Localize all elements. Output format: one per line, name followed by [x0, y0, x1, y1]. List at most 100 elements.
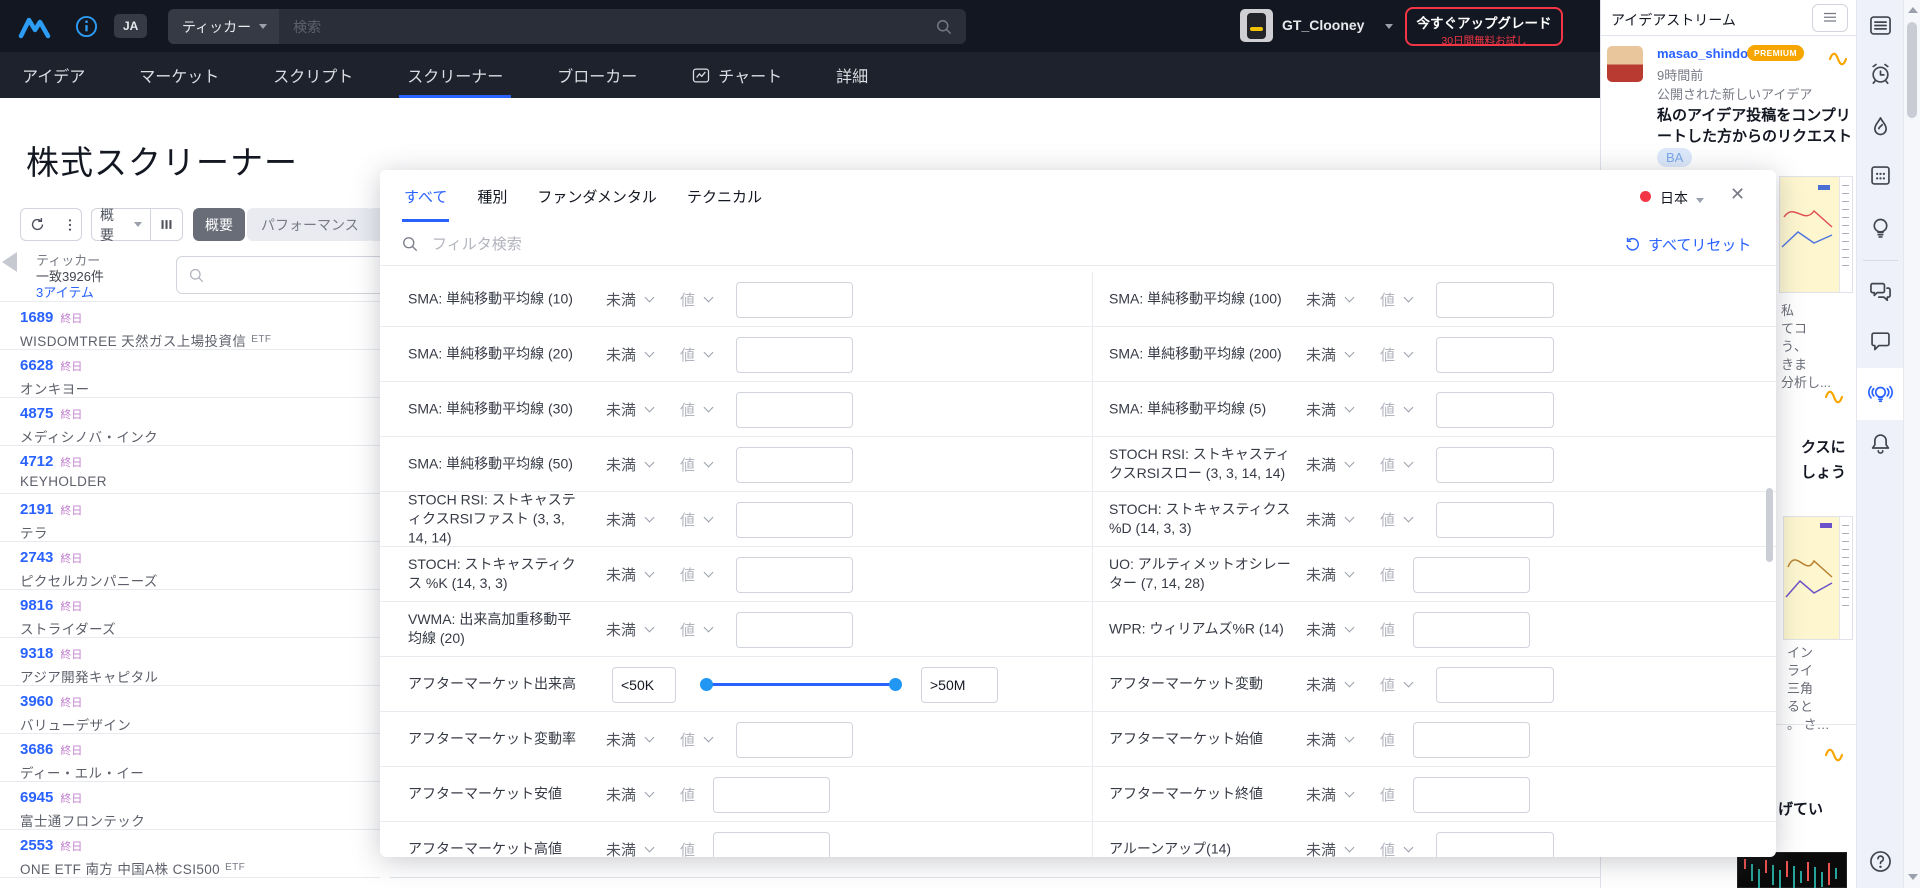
operator-dropdown[interactable]: 未満 — [606, 509, 655, 530]
scroll-up-arrow[interactable] — [1908, 7, 1918, 13]
value-field-dropdown[interactable]: 値 — [680, 454, 714, 475]
operator-dropdown[interactable]: 未満 — [606, 344, 655, 365]
nav-item-詳細[interactable]: 詳細 — [832, 52, 872, 98]
operator-dropdown[interactable]: 未満 — [1306, 729, 1355, 750]
post-username[interactable]: masao_shindo — [1657, 46, 1748, 61]
value-field-dropdown[interactable]: 値 — [680, 509, 714, 530]
ticker-code-link[interactable]: 3960 — [20, 693, 53, 710]
value-field-dropdown[interactable]: 値 — [680, 839, 695, 857]
nav-item-スクリーナー[interactable]: スクリーナー — [399, 52, 512, 98]
nav-item-アイデア[interactable]: アイデア — [18, 52, 89, 98]
slider-min-input[interactable] — [612, 667, 676, 703]
search-category-dropdown[interactable]: ティッカー — [168, 9, 280, 44]
ticker-row[interactable]: 2191 終日 テラ — [0, 494, 380, 542]
filter-value-input[interactable] — [1436, 447, 1554, 483]
filter-value-input[interactable] — [1436, 667, 1554, 703]
language-badge[interactable]: JA — [114, 14, 148, 38]
tab-overview-button[interactable]: 概要 — [193, 208, 245, 241]
ticker-code-link[interactable]: 9816 — [20, 597, 53, 614]
stream-list-button[interactable] — [1812, 4, 1848, 32]
operator-dropdown[interactable]: 未満 — [606, 839, 655, 857]
post-tag-badge[interactable]: BA — [1657, 148, 1693, 167]
idea-chart-thumbnail-dark[interactable] — [1737, 852, 1847, 888]
help-icon[interactable] — [1867, 848, 1894, 875]
value-field-dropdown[interactable]: 値 — [1380, 839, 1414, 857]
value-field-dropdown[interactable]: 値 — [1380, 289, 1414, 310]
filter-value-input[interactable] — [736, 447, 853, 483]
value-field-dropdown[interactable]: 値 — [680, 564, 714, 585]
user-avatar[interactable] — [1240, 9, 1273, 42]
ticker-row[interactable]: 4875 終日 メディシノバ・インク — [0, 398, 380, 446]
nav-item-ブローカー[interactable]: ブローカー — [553, 52, 641, 98]
filter-value-input[interactable] — [713, 777, 830, 813]
slider-handle-left[interactable] — [700, 678, 713, 691]
flame-icon[interactable] — [1867, 114, 1894, 141]
nav-item-スクリプト[interactable]: スクリプト — [269, 52, 357, 98]
value-field-dropdown[interactable]: 値 — [680, 344, 714, 365]
filter-value-input[interactable] — [1413, 777, 1530, 813]
ticker-code-link[interactable]: 6945 — [20, 789, 53, 806]
ticker-list-search-input[interactable] — [176, 256, 406, 294]
operator-dropdown[interactable]: 未満 — [1306, 839, 1355, 857]
filter-search-input[interactable]: フィルタ検索 — [432, 233, 522, 254]
filter-tab-すべて[interactable]: すべて — [401, 170, 450, 222]
filter-value-input[interactable] — [736, 502, 853, 538]
post-avatar[interactable] — [1607, 46, 1643, 82]
chat-icon[interactable] — [1867, 327, 1894, 354]
filter-value-input[interactable] — [1436, 832, 1554, 857]
value-field-dropdown[interactable]: 値 — [1380, 399, 1414, 420]
ticker-row[interactable]: 4712 終日 KEYHOLDER — [0, 446, 380, 494]
info-icon[interactable] — [75, 15, 98, 38]
operator-dropdown[interactable]: 未満 — [606, 619, 655, 640]
slider-max-input[interactable] — [921, 667, 998, 703]
ticker-row[interactable]: 2743 終日 ピクセルカンパニーズ — [0, 542, 380, 590]
value-field-dropdown[interactable]: 値 — [1380, 509, 1414, 530]
tab-performance-button[interactable]: パフォーマンス — [247, 208, 373, 241]
operator-dropdown[interactable]: 未満 — [606, 289, 655, 310]
value-field-dropdown[interactable]: 値 — [680, 784, 695, 805]
ticker-row[interactable]: 1689 終日 WISDOMTREE 天然ガス上場投資信 ETF — [0, 302, 380, 350]
slider-handle-right[interactable] — [889, 678, 902, 691]
tradingview-logo-icon[interactable] — [18, 15, 51, 39]
bell-icon[interactable] — [1867, 430, 1894, 457]
alarm-icon[interactable] — [1867, 60, 1894, 87]
nav-item-マーケット[interactable]: マーケット — [135, 52, 223, 98]
filter-value-input[interactable] — [1436, 337, 1554, 373]
market-dropdown[interactable]: 日本 — [1660, 188, 1704, 208]
selected-items-link[interactable]: 3アイテム — [36, 282, 94, 301]
filter-value-input[interactable] — [1436, 502, 1554, 538]
value-field-dropdown[interactable]: 値 — [1380, 674, 1414, 695]
value-field-dropdown[interactable]: 値 — [1380, 619, 1395, 640]
filter-value-input[interactable] — [1436, 282, 1554, 318]
value-field-dropdown[interactable]: 値 — [1380, 344, 1414, 365]
filter-tab-ファンダメンタル[interactable]: ファンダメンタル — [537, 170, 657, 222]
ticker-row[interactable]: 6628 終日 オンキヨー — [0, 350, 380, 398]
value-field-dropdown[interactable]: 値 — [1380, 729, 1395, 750]
value-field-dropdown[interactable]: 値 — [1380, 784, 1395, 805]
operator-dropdown[interactable]: 未満 — [606, 454, 655, 475]
ticker-row[interactable]: 9318 終日 アジア開発キャピタル — [0, 638, 380, 686]
filter-tab-テクニカル[interactable]: テクニカル — [687, 170, 762, 222]
ticker-code-link[interactable]: 2553 — [20, 837, 53, 854]
filter-value-input[interactable] — [736, 337, 853, 373]
value-field-dropdown[interactable]: 値 — [1380, 564, 1395, 585]
operator-dropdown[interactable]: 未満 — [1306, 564, 1355, 585]
operator-dropdown[interactable]: 未満 — [1306, 509, 1355, 530]
calendar-icon[interactable] — [1867, 162, 1894, 189]
ticker-row[interactable]: 3960 終日 バリューデザイン — [0, 686, 380, 734]
ticker-code-link[interactable]: 4712 — [20, 453, 53, 470]
user-menu-chevron-icon[interactable] — [1385, 24, 1393, 29]
operator-dropdown[interactable]: 未満 — [1306, 289, 1355, 310]
search-input[interactable]: 検索 — [293, 17, 934, 37]
modal-scrollbar-thumb[interactable] — [1766, 488, 1773, 562]
ticker-code-link[interactable]: 9318 — [20, 645, 53, 662]
scroll-down-arrow[interactable] — [1908, 874, 1918, 880]
range-slider[interactable] — [700, 678, 902, 691]
ticker-code-link[interactable]: 1689 — [20, 309, 53, 326]
chats-icon[interactable] — [1867, 278, 1894, 305]
value-field-dropdown[interactable]: 値 — [680, 289, 714, 310]
ticker-row[interactable]: 3686 終日 ディー・エル・イー — [0, 734, 380, 782]
value-field-dropdown[interactable]: 値 — [680, 619, 714, 640]
scrollbar-thumb[interactable] — [1907, 22, 1917, 118]
operator-dropdown[interactable]: 未満 — [606, 564, 655, 585]
